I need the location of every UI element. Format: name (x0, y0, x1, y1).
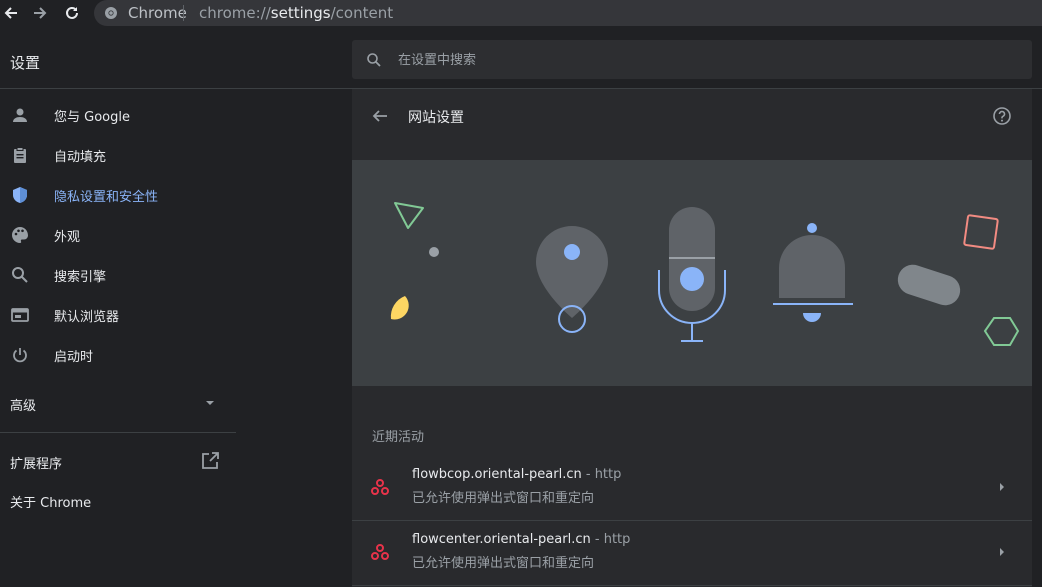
omnibox-url[interactable]: chrome://settings/content (199, 4, 393, 22)
site-settings-illustration (352, 160, 1032, 386)
site-permission-description: 已允许使用弹出式窗口和重定向 (412, 491, 595, 506)
popup-redirect-icon (371, 544, 389, 560)
sidebar-item-label: 您与 Google (54, 109, 130, 125)
omnibox-site-chip: Chrome (128, 4, 187, 22)
search-icon (10, 265, 30, 285)
shield-icon (10, 185, 30, 205)
popup-redirect-icon (371, 479, 389, 495)
recent-site-row[interactable]: flowbcop.oriental-pearl.cn - http 已允许使用弹… (352, 456, 1032, 520)
back-button[interactable] (0, 2, 22, 24)
sidebar-item-extensions[interactable]: 扩展程序 (0, 443, 236, 479)
location-pin-icon (536, 226, 608, 333)
sidebar: 您与 Google 自动填充 隐私设置和安全性 外观 搜索引擎 默认浏览器 启动… (0, 89, 352, 587)
back-arrow-icon[interactable] (370, 106, 390, 126)
browser-window-icon (10, 305, 30, 325)
chrome-logo-icon (105, 7, 117, 19)
extensions-label: 扩展程序 (10, 457, 63, 472)
about-label: 关于 Chrome (10, 496, 92, 511)
sidebar-item-on-startup[interactable]: 启动时 (0, 337, 236, 373)
sidebar-item-appearance[interactable]: 外观 (0, 217, 236, 253)
forward-arrow-icon (34, 7, 47, 19)
site-settings-card: 网站设置 近期活动 flowbcop.oriental-pearl.cn - h… (352, 89, 1032, 587)
sidebar-item-default-browser[interactable]: 默认浏览器 (0, 297, 236, 333)
sidebar-item-label: 默认浏览器 (54, 309, 120, 325)
settings-title: 设置 (10, 54, 41, 72)
microphone-icon (658, 207, 726, 342)
site-host: flowcenter.oriental-pearl.cn - http (412, 532, 631, 547)
reload-icon (66, 6, 78, 19)
yellow-half-circle-shape (390, 296, 409, 320)
sidebar-item-label: 外观 (54, 229, 81, 245)
help-icon[interactable] (992, 106, 1012, 126)
person-icon (10, 105, 30, 125)
sidebar-item-you-and-google[interactable]: 您与 Google (0, 97, 236, 133)
url-scheme: chrome:// (199, 4, 271, 22)
settings-header: 设置 (0, 30, 1042, 89)
gray-capsule-shape (897, 264, 961, 306)
sidebar-advanced-toggle[interactable]: 高级 (0, 385, 236, 421)
advanced-label: 高级 (10, 399, 37, 414)
notification-bell-icon (773, 223, 853, 322)
recent-site-row[interactable]: flowcenter.oriental-pearl.cn - http 已允许使… (352, 521, 1032, 585)
clipboard-icon (10, 145, 30, 165)
card-header: 网站设置 (352, 89, 1032, 145)
sidebar-divider (0, 432, 236, 433)
sidebar-item-about-chrome[interactable]: 关于 Chrome (0, 484, 236, 516)
chevron-right-icon (1000, 548, 1004, 556)
chevron-right-icon (1000, 483, 1004, 491)
row-divider (352, 585, 1032, 586)
sidebar-item-autofill[interactable]: 自动填充 (0, 137, 236, 173)
sidebar-item-privacy-security[interactable]: 隐私设置和安全性 (0, 177, 236, 213)
url-path: /content (330, 4, 394, 22)
page-title: 网站设置 (408, 110, 464, 126)
search-icon (367, 53, 381, 67)
triangle-shape (394, 202, 424, 229)
settings-search-input[interactable] (396, 46, 1000, 74)
omnibox-separator (183, 5, 184, 21)
power-icon (10, 345, 30, 365)
chevron-down-icon (206, 401, 214, 405)
reload-button[interactable] (61, 2, 83, 24)
recent-activity-heading: 近期活动 (372, 430, 425, 445)
small-dot-shape (429, 247, 439, 257)
back-arrow-icon (4, 7, 17, 19)
sidebar-item-search-engine[interactable]: 搜索引擎 (0, 257, 236, 293)
browser-toolbar: Chrome chrome://settings/content (0, 0, 1042, 26)
sidebar-item-label: 自动填充 (54, 149, 107, 165)
forward-button[interactable] (29, 2, 51, 24)
sidebar-item-label: 隐私设置和安全性 (54, 189, 159, 205)
url-host: settings (270, 4, 331, 22)
palette-icon (10, 225, 30, 245)
red-square-outline-shape (963, 214, 999, 250)
site-permission-description: 已允许使用弹出式窗口和重定向 (412, 556, 595, 571)
open-in-new-icon (202, 452, 219, 469)
settings-search-box[interactable] (352, 40, 1032, 79)
sidebar-item-label: 搜索引擎 (54, 269, 107, 285)
site-host: flowbcop.oriental-pearl.cn - http (412, 467, 622, 482)
green-hexagon-shape (983, 317, 1020, 346)
sidebar-item-label: 启动时 (54, 349, 94, 365)
address-bar[interactable]: Chrome chrome://settings/content (94, 0, 1042, 26)
